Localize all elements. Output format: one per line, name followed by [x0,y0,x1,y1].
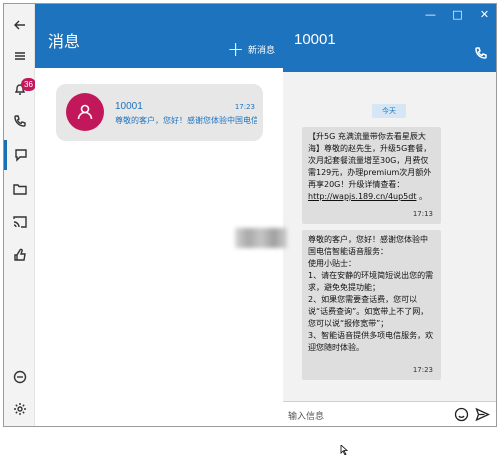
left-rail: 36 [4,4,36,426]
date-divider: 今天 [372,104,406,118]
maximize-button[interactable]: □ [444,4,471,24]
message-time: 17:13 [412,210,433,218]
mouse-cursor-icon [340,445,349,455]
new-message-button[interactable]: + 新消息 [227,37,275,61]
chat-bubble-icon [15,149,27,162]
send-icon [475,407,491,422]
minimize-button[interactable]: — [417,4,444,24]
calls-button[interactable] [4,106,35,136]
files-button[interactable] [4,174,35,204]
conversation-preview: 尊敬的客户，您好！感谢您体验中国电信 [115,116,257,125]
messages-nav-button[interactable] [4,140,35,170]
minus-circle-icon [13,370,26,384]
list-header: 消息 + 新消息 [35,4,283,68]
message-input[interactable] [288,407,448,424]
new-message-label: 新消息 [247,45,275,56]
gear-icon [13,403,26,415]
call-button[interactable] [474,45,490,61]
menu-button[interactable] [4,41,35,71]
chat-pane: 10001 — □ ✕ 今天 【升5G 充满流量带你去看星辰大海】尊敬的赵先生，… [283,4,496,426]
notifications-button[interactable]: 36 [4,74,36,104]
chat-header: 10001 — □ ✕ [283,4,496,72]
cast-button[interactable] [4,207,35,237]
chat-title: 10001 [294,31,336,48]
send-button[interactable] [475,407,491,423]
minus-button[interactable] [4,362,35,392]
feedback-button[interactable] [4,240,35,270]
conversation-item[interactable]: 10001 17:23 尊敬的客户，您好！感谢您体验中国电信 [56,84,263,141]
message-bubble: 尊敬的客户，您好！感谢您体验中国电信智能语音服务： 使用小贴士： 1、请在安静的… [302,230,441,380]
message-time: 17:23 [412,366,433,374]
settings-button[interactable] [4,394,35,424]
window-controls: — □ ✕ [417,4,496,24]
notification-badge: 36 [21,78,36,91]
conversation-time: 17:23 [234,103,255,111]
phone-icon [13,115,26,127]
close-button[interactable]: ✕ [471,4,496,24]
thumbs-up-icon [13,248,26,261]
plus-icon: + [227,37,244,61]
avatar [66,93,104,131]
conversation-name: 10001 [115,101,143,112]
page-title: 消息 [48,34,81,51]
back-arrow-icon [13,20,25,30]
redacted-area [235,228,287,248]
message-text: 尊敬的客户，您好！感谢您体验中国电信智能语音服务： 使用小贴士： 1、请在安静的… [308,235,434,352]
emoji-button[interactable] [454,407,470,423]
message-link[interactable]: http://wapjs.189.cn/4up5dt [308,192,416,201]
phone-icon [475,47,487,59]
message-suffix: 。 [416,192,428,201]
smiley-icon [454,407,469,422]
conversation-list-pane: 消息 + 新消息 10001 17:23 尊敬的客户，您好！感谢您体验中国电信 [35,4,283,426]
cast-icon [12,216,27,228]
hamburger-icon [14,52,25,60]
compose-bar [283,401,496,426]
message-bubble: 【升5G 充满流量带你去看星辰大海】尊敬的赵先生，升级5G套餐，次月起套餐流量增… [302,127,441,224]
back-button[interactable] [4,10,35,40]
message-text: 【升5G 充满流量带你去看星辰大海】尊敬的赵先生，升级5G套餐，次月起套餐流量增… [308,132,432,189]
person-icon [77,104,93,120]
messages-window: 36 消息 + 新消息 10001 17:23 尊敬的客户，您好！感谢您体验中国… [3,3,497,427]
folder-icon [12,184,27,195]
